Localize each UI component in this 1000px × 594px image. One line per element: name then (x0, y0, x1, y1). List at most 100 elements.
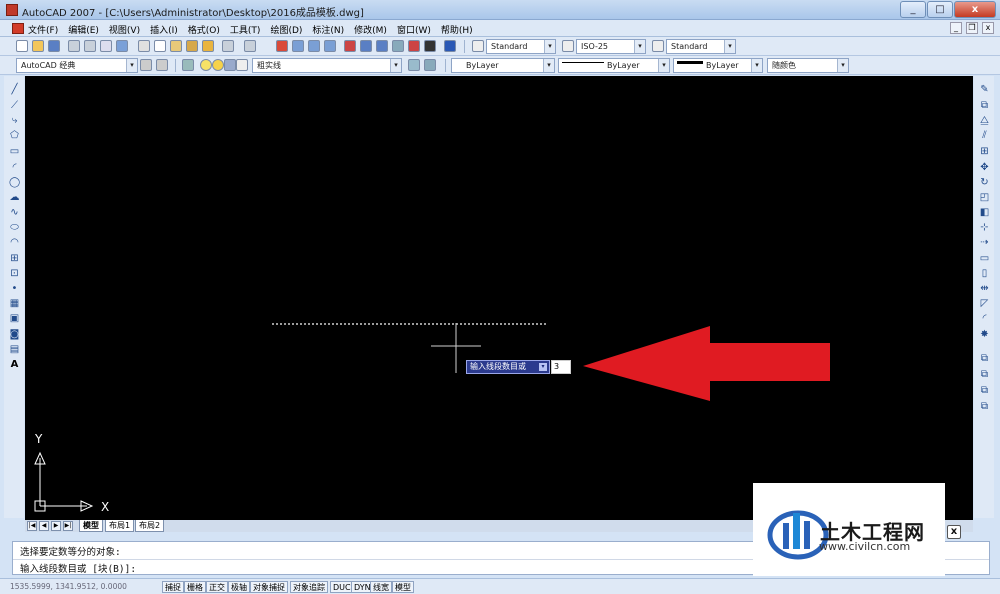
layer-on-icon[interactable] (200, 59, 212, 71)
publish-icon[interactable] (100, 40, 112, 52)
segment-count-input[interactable]: 3 (551, 360, 571, 374)
tool-palettes-icon[interactable] (376, 40, 388, 52)
document-icon[interactable] (12, 23, 24, 34)
mirror-icon[interactable]: ⧋ (979, 115, 990, 126)
copy-object-icon[interactable]: ⧉ (979, 100, 990, 111)
rectangle-icon[interactable]: ▭ (9, 146, 20, 157)
ortho-toggle[interactable]: 正交 (206, 581, 228, 593)
break-at-point-icon[interactable]: ▭ (979, 253, 990, 264)
menu-draw[interactable]: 绘图(D) (270, 23, 302, 36)
menu-modify[interactable]: 修改(M) (354, 23, 387, 36)
text-style-icon[interactable] (472, 40, 484, 52)
watermark-close-button[interactable]: x (947, 525, 961, 539)
tab-model[interactable]: 模型 (79, 520, 103, 532)
print-icon[interactable] (68, 40, 80, 52)
region-icon[interactable]: ◙ (9, 329, 20, 340)
command-prompt-line[interactable]: 输入线段数目或 [块(B)]: (20, 561, 136, 575)
revision-cloud-icon[interactable]: ☁ (9, 192, 20, 203)
new-icon[interactable] (16, 40, 28, 52)
doc-minimize-button[interactable]: _ (950, 22, 962, 34)
save-icon[interactable] (48, 40, 60, 52)
offset-icon[interactable]: ⫽ (979, 130, 990, 141)
layer-select[interactable]: 粗实线 ▾ (252, 58, 402, 73)
fillet-icon[interactable]: ◜ (979, 313, 990, 324)
drawing-canvas[interactable]: 输入线段数目或 ▾ 3 Y X (25, 76, 973, 522)
cut-icon[interactable] (138, 40, 150, 52)
move-icon[interactable]: ✥ (979, 162, 990, 173)
menu-window[interactable]: 窗口(W) (397, 23, 431, 36)
workspace-select[interactable]: AutoCAD 经典 ▾ (16, 58, 138, 73)
break-icon[interactable]: ▯ (979, 268, 990, 279)
next-tab-button[interactable]: ▶ (51, 521, 61, 531)
3d-dwf-icon[interactable] (116, 40, 128, 52)
make-current-layer-icon[interactable] (408, 59, 420, 71)
table-style-select[interactable]: Standard ▾ (666, 39, 736, 54)
minimize-button[interactable]: _ (900, 1, 926, 18)
stretch-icon[interactable]: ◧ (979, 207, 990, 218)
text-style-select[interactable]: Standard ▾ (486, 39, 556, 54)
workspace-save-icon[interactable] (156, 59, 168, 71)
hatch-icon[interactable]: ▦ (9, 298, 20, 309)
plot-style-select[interactable]: 随颜色 ▾ (767, 58, 849, 73)
line-icon[interactable]: ╱ (9, 84, 20, 95)
model-toggle[interactable]: 模型 (392, 581, 414, 593)
polyline-icon[interactable]: ⤷ (9, 115, 20, 126)
zoom-previous-icon[interactable] (324, 40, 336, 52)
ellipse-icon[interactable]: ⬭ (9, 222, 20, 233)
menu-view[interactable]: 视图(V) (109, 23, 140, 36)
insert-block-icon[interactable]: ⊞ (9, 253, 20, 264)
plot-preview-icon[interactable] (84, 40, 96, 52)
make-block-icon[interactable]: ⊡ (9, 268, 20, 279)
undo-icon[interactable] (222, 40, 234, 52)
tab-layout1[interactable]: 布局1 (105, 520, 135, 532)
layer-freeze-icon[interactable] (212, 59, 224, 71)
menu-insert[interactable]: 插入(I) (150, 23, 178, 36)
close-button[interactable]: x (954, 1, 996, 18)
explode-icon[interactable]: ✸ (979, 329, 990, 340)
bring-above-icon[interactable]: ⧉ (979, 401, 990, 412)
properties-icon[interactable] (344, 40, 356, 52)
point-icon[interactable]: • (9, 283, 20, 294)
arc-icon[interactable]: ◜ (9, 162, 20, 173)
redo-icon[interactable] (244, 40, 256, 52)
last-tab-button[interactable]: ▶| (63, 521, 73, 531)
menu-dimension[interactable]: 标注(N) (312, 23, 344, 36)
doc-close-button[interactable]: x (982, 22, 994, 34)
down-arrow-icon[interactable]: ▾ (539, 363, 547, 371)
dim-style-select[interactable]: ISO-25 ▾ (576, 39, 646, 54)
prev-tab-button[interactable]: ◀ (39, 521, 49, 531)
markup-icon[interactable] (408, 40, 420, 52)
construction-line-icon[interactable]: ⟋ (9, 100, 20, 111)
block-editor-icon[interactable] (202, 40, 214, 52)
polar-toggle[interactable]: 极轴 (228, 581, 250, 593)
tab-layout2[interactable]: 布局2 (135, 520, 165, 532)
table-icon[interactable]: ▤ (9, 344, 20, 355)
osnap-toggle[interactable]: 对象捕捉 (250, 581, 288, 593)
doc-restore-button[interactable]: ❐ (966, 22, 978, 34)
zoom-window-icon[interactable] (308, 40, 320, 52)
join-icon[interactable]: ⇹ (979, 283, 990, 294)
color-select[interactable]: ByLayer ▾ (451, 58, 555, 73)
array-icon[interactable]: ⊞ (979, 146, 990, 157)
quickcalc-icon[interactable] (424, 40, 436, 52)
first-tab-button[interactable]: |◀ (27, 521, 37, 531)
menu-format[interactable]: 格式(O) (188, 23, 220, 36)
snap-toggle[interactable]: 捕捉 (162, 581, 184, 593)
trim-icon[interactable]: ⊹ (979, 222, 990, 233)
grid-toggle[interactable]: 栅格 (184, 581, 206, 593)
layer-previous-icon[interactable] (424, 59, 436, 71)
linetype-select[interactable]: ByLayer ▾ (558, 58, 670, 73)
workspace-settings-icon[interactable] (140, 59, 152, 71)
layer-manager-icon[interactable] (182, 59, 194, 71)
design-center-icon[interactable] (360, 40, 372, 52)
otrack-toggle[interactable]: 对象追踪 (290, 581, 328, 593)
paste-icon[interactable] (170, 40, 182, 52)
menu-file[interactable]: 文件(F) (28, 23, 58, 36)
zoom-realtime-icon[interactable] (292, 40, 304, 52)
maximize-button[interactable]: □ (927, 1, 953, 18)
autocad-app-icon[interactable] (6, 4, 18, 16)
bring-front-icon[interactable]: ⧉ (979, 369, 990, 380)
lineweight-toggle[interactable]: 线宽 (370, 581, 392, 593)
circle-icon[interactable]: ◯ (9, 177, 20, 188)
help-icon[interactable] (444, 40, 456, 52)
